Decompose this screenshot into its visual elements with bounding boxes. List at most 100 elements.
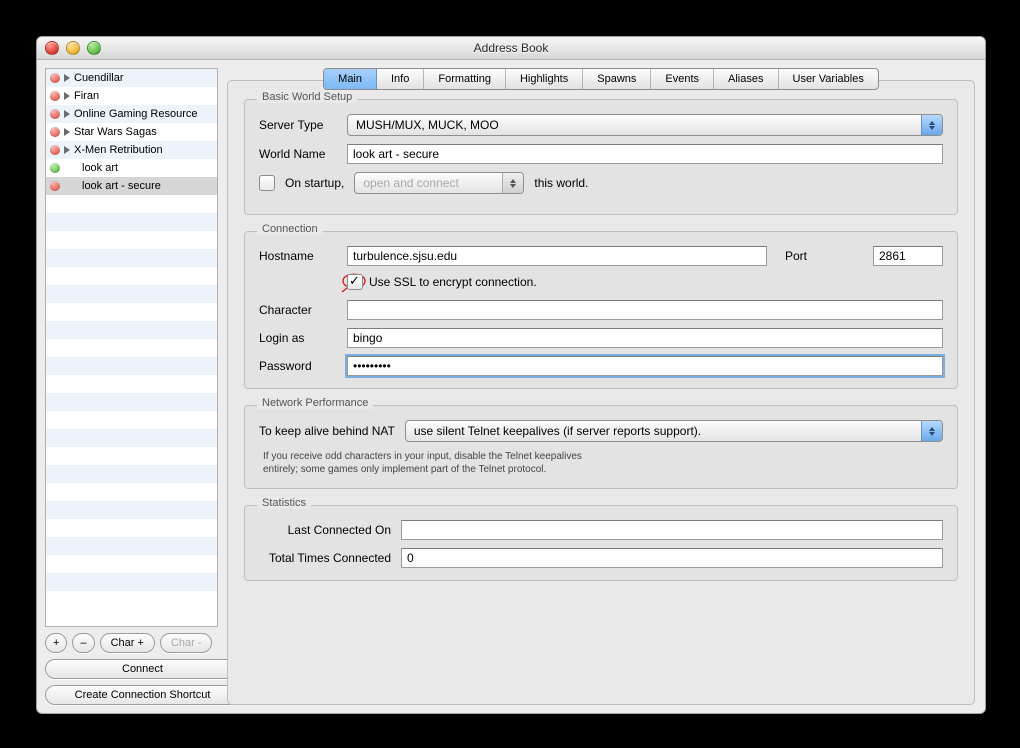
world-list-empty-row xyxy=(46,339,217,357)
world-list-empty-row xyxy=(46,195,217,213)
shortcut-button[interactable]: Create Connection Shortcut xyxy=(45,685,240,705)
keepalive-select[interactable]: use silent Telnet keepalives (if server … xyxy=(405,420,943,442)
hostname-label: Hostname xyxy=(259,249,337,263)
tab-main[interactable]: Main xyxy=(324,69,377,89)
status-orb-icon xyxy=(50,109,60,119)
world-list-empty-row xyxy=(46,303,217,321)
minimize-icon[interactable] xyxy=(66,41,80,55)
world-list-label: Star Wars Sagas xyxy=(74,126,157,138)
tab-formatting[interactable]: Formatting xyxy=(424,69,506,89)
world-list-label: X-Men Retribution xyxy=(74,144,163,156)
world-list-empty-row xyxy=(46,375,217,393)
status-orb-icon xyxy=(50,163,60,173)
tab-spawns[interactable]: Spawns xyxy=(583,69,651,89)
keepalive-hint: If you receive odd characters in your in… xyxy=(263,450,943,476)
world-list-item[interactable]: Firan xyxy=(46,87,217,105)
world-list-empty-row xyxy=(46,519,217,537)
group-statistics: Statistics Last Connected On Total Times… xyxy=(244,505,958,581)
world-list-empty-row xyxy=(46,393,217,411)
tab-aliases[interactable]: Aliases xyxy=(714,69,778,89)
tab-info[interactable]: Info xyxy=(377,69,424,89)
world-list-empty-row xyxy=(46,537,217,555)
remove-world-button[interactable]: – xyxy=(72,633,94,653)
group-legend: Statistics xyxy=(257,497,311,509)
close-icon[interactable] xyxy=(45,41,59,55)
world-list-empty-row xyxy=(46,321,217,339)
select-arrows-icon xyxy=(502,173,523,193)
world-list-label: Cuendillar xyxy=(74,72,124,84)
last-connected-label: Last Connected On xyxy=(259,523,391,537)
tab-events[interactable]: Events xyxy=(651,69,714,89)
group-connection: Connection Hostname Port Use xyxy=(244,231,958,389)
group-legend: Connection xyxy=(257,223,323,235)
tab-highlights[interactable]: Highlights xyxy=(506,69,583,89)
status-orb-icon xyxy=(50,73,60,83)
character-label: Character xyxy=(259,303,337,317)
zoom-icon[interactable] xyxy=(87,41,101,55)
select-arrows-icon xyxy=(921,115,942,135)
world-list-item[interactable]: X-Men Retribution xyxy=(46,141,217,159)
on-startup-checkbox[interactable] xyxy=(259,175,275,191)
world-list-empty-row xyxy=(46,465,217,483)
port-input[interactable] xyxy=(873,246,943,266)
tab-panel-main: Basic World Setup Server Type MUSH/MUX, … xyxy=(227,80,975,705)
world-list-empty-row xyxy=(46,429,217,447)
sidebar: Cuendillar FiranOnline Gaming Resource Sta… xyxy=(37,60,223,713)
titlebar: Address Book xyxy=(37,37,985,60)
world-list-empty-row xyxy=(46,285,217,303)
add-world-button[interactable]: + xyxy=(45,633,67,653)
world-list-empty-row xyxy=(46,249,217,267)
world-list-item[interactable]: look art - secure xyxy=(46,177,217,195)
login-input[interactable] xyxy=(347,328,943,348)
world-list-empty-row xyxy=(46,411,217,429)
server-type-select[interactable]: MUSH/MUX, MUCK, MOO xyxy=(347,114,943,136)
world-list-empty-row xyxy=(46,501,217,519)
world-list-empty-row xyxy=(46,555,217,573)
world-list-empty-row xyxy=(46,447,217,465)
password-input[interactable] xyxy=(347,356,943,376)
window-title: Address Book xyxy=(474,41,549,55)
connect-button[interactable]: Connect xyxy=(45,659,240,679)
hostname-input[interactable] xyxy=(347,246,767,266)
server-type-label: Server Type xyxy=(259,118,337,132)
status-orb-icon xyxy=(50,91,60,101)
address-book-window: Address Book Cuendillar FiranOnline Gamin… xyxy=(36,36,986,714)
content-area: Cuendillar FiranOnline Gaming Resource Sta… xyxy=(37,60,985,713)
group-legend: Basic World Setup xyxy=(257,91,357,103)
status-orb-icon xyxy=(50,181,60,191)
world-list-empty-row xyxy=(46,573,217,591)
world-list-empty-row xyxy=(46,357,217,375)
world-list-item[interactable]: Cuendillar xyxy=(46,69,217,87)
total-connected-input[interactable] xyxy=(401,548,943,568)
char-remove-button: Char - xyxy=(160,633,213,653)
this-world-label: this world. xyxy=(534,176,588,190)
login-label: Login as xyxy=(259,331,337,345)
main-panel: MainInfoFormattingHighlightsSpawnsEvents… xyxy=(223,60,985,713)
world-list-item[interactable]: Online Gaming Resource xyxy=(46,105,217,123)
character-input[interactable] xyxy=(347,300,943,320)
world-list[interactable]: Cuendillar FiranOnline Gaming Resource Sta… xyxy=(45,68,218,627)
world-list-empty-row xyxy=(46,483,217,501)
startup-action-select: open and connect xyxy=(354,172,524,194)
status-orb-icon xyxy=(50,127,60,137)
world-name-input[interactable] xyxy=(347,144,943,164)
world-list-empty-row xyxy=(46,591,217,609)
group-network-performance: Network Performance To keep alive behind… xyxy=(244,405,958,489)
disclosure-triangle-icon xyxy=(64,92,70,100)
group-legend: Network Performance xyxy=(257,397,373,409)
ssl-checkbox[interactable] xyxy=(347,274,363,290)
world-list-empty-row xyxy=(46,267,217,285)
world-list-item[interactable]: Star Wars Sagas xyxy=(46,123,217,141)
window-controls xyxy=(45,41,101,55)
disclosure-triangle-icon xyxy=(64,74,70,82)
world-name-label: World Name xyxy=(259,147,337,161)
world-list-label: look art - secure xyxy=(82,180,161,192)
keepalive-label: To keep alive behind NAT xyxy=(259,424,395,438)
disclosure-triangle-icon xyxy=(64,110,70,118)
select-arrows-icon xyxy=(921,421,942,441)
world-list-empty-row xyxy=(46,213,217,231)
world-list-item[interactable]: look art xyxy=(46,159,217,177)
char-add-button[interactable]: Char + xyxy=(100,633,155,653)
tab-user-variables[interactable]: User Variables xyxy=(779,69,878,89)
last-connected-input[interactable] xyxy=(401,520,943,540)
